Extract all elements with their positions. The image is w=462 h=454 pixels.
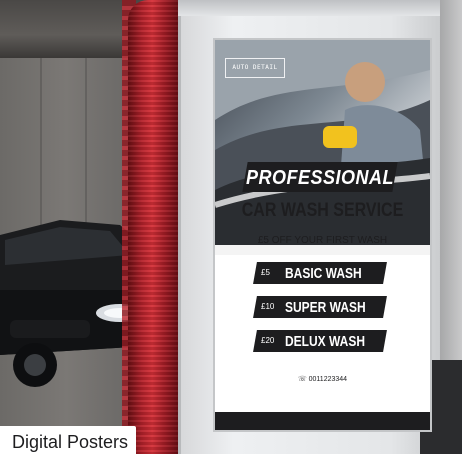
poster-footer-bar	[215, 412, 430, 430]
display-case-top	[178, 0, 440, 16]
service-label: DELUX WASH	[285, 332, 366, 350]
wash-brush-curtain	[128, 0, 182, 454]
yellow-cloth	[323, 126, 357, 148]
service-label: BASIC WASH	[285, 264, 362, 282]
phone-number: ☏ 0011223344	[297, 376, 348, 383]
offer-text: £5 OFF YOUR FIRST WASH	[257, 235, 388, 246]
service-price: £10	[261, 302, 275, 311]
poster-subheadline: CAR WASH SERVICE	[241, 200, 404, 221]
service-label: SUPER WASH	[285, 298, 366, 316]
digital-poster: AUTO DETAIL PROFESSIONAL CAR WASH SERVIC…	[215, 40, 430, 430]
scene: AUTO DETAIL PROFESSIONAL CAR WASH SERVIC…	[0, 0, 462, 454]
brand-logo: AUTO DETAIL	[225, 58, 285, 78]
poster-headline: PROFESSIONAL	[245, 165, 394, 189]
caption-label: Digital Posters	[0, 426, 137, 454]
service-price: £5	[261, 268, 270, 277]
service-price: £20	[261, 336, 275, 345]
